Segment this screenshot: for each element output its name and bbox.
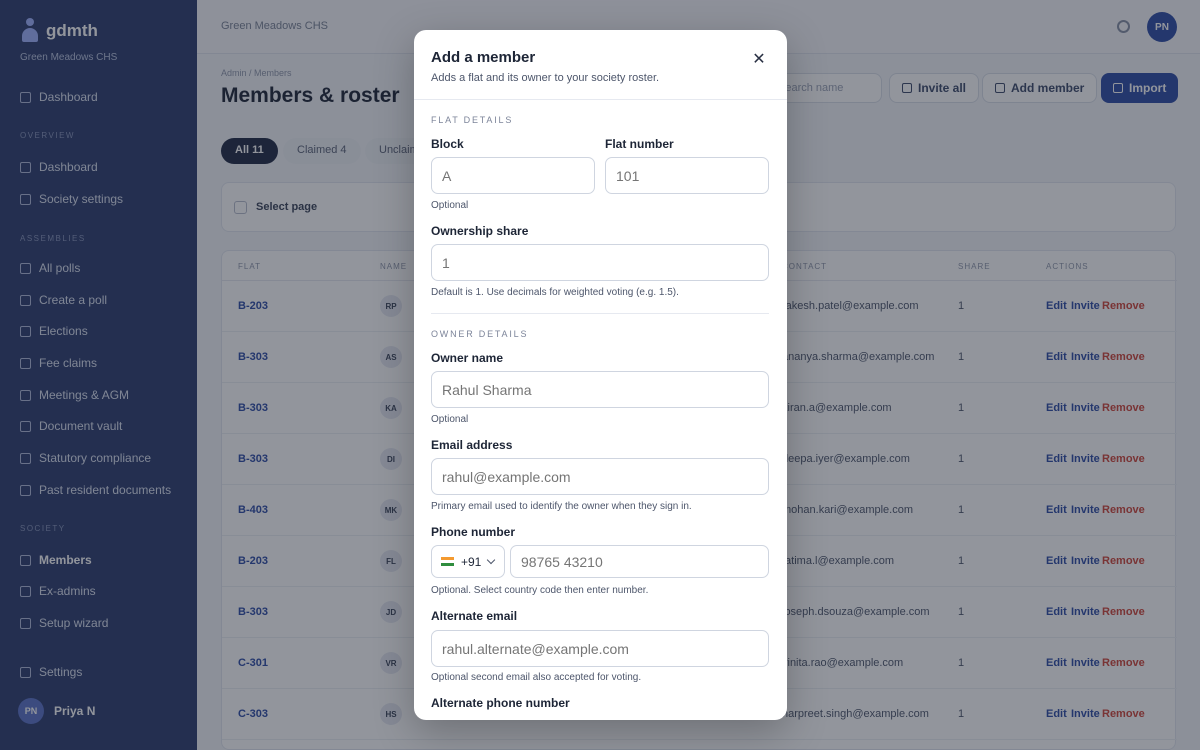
alternate-phone-label: Alternate phone number [431, 696, 570, 710]
chevron-down-icon [487, 555, 496, 565]
email-help: Primary email used to identify the owner… [431, 501, 692, 512]
block-label: Block [431, 137, 464, 151]
ownership-share-help: Default is 1. Use decimals for weighted … [431, 287, 679, 298]
block-field[interactable] [431, 157, 595, 194]
modal-title: Add a member [431, 49, 536, 66]
owner-details-section: OWNER DETAILS [431, 329, 529, 339]
owner-name-field[interactable] [431, 371, 769, 408]
close-icon[interactable]: ✕ [750, 51, 768, 69]
alternate-email-field[interactable] [431, 630, 769, 667]
owner-name-help: Optional [431, 414, 469, 425]
flat-number-field[interactable] [605, 157, 769, 194]
flat-number-label: Flat number [605, 137, 674, 151]
modal-subtitle: Adds a flat and its owner to your societ… [431, 72, 660, 84]
india-flag-icon [441, 557, 454, 566]
phone-label: Phone number [431, 525, 516, 539]
ownership-share-label: Ownership share [431, 224, 529, 238]
owner-name-label: Owner name [431, 351, 504, 365]
modal-header: Add a member Adds a flat and its owner t… [414, 30, 787, 100]
block-help: Optional [431, 200, 469, 211]
country-code-select[interactable]: +91 [431, 545, 505, 578]
section-divider [431, 313, 769, 314]
add-member-modal: Add a member Adds a flat and its owner t… [414, 30, 787, 720]
country-code-value: +91 [461, 554, 482, 569]
ownership-share-field[interactable] [431, 244, 769, 281]
phone-field[interactable] [510, 545, 769, 578]
phone-help: Optional. Select country code then enter… [431, 585, 649, 596]
alternate-email-label: Alternate email [431, 609, 518, 623]
alternate-email-help: Optional second email also accepted for … [431, 672, 642, 683]
email-field[interactable] [431, 458, 769, 495]
flat-details-section: FLAT DETAILS [431, 115, 514, 125]
email-label: Email address [431, 438, 513, 452]
